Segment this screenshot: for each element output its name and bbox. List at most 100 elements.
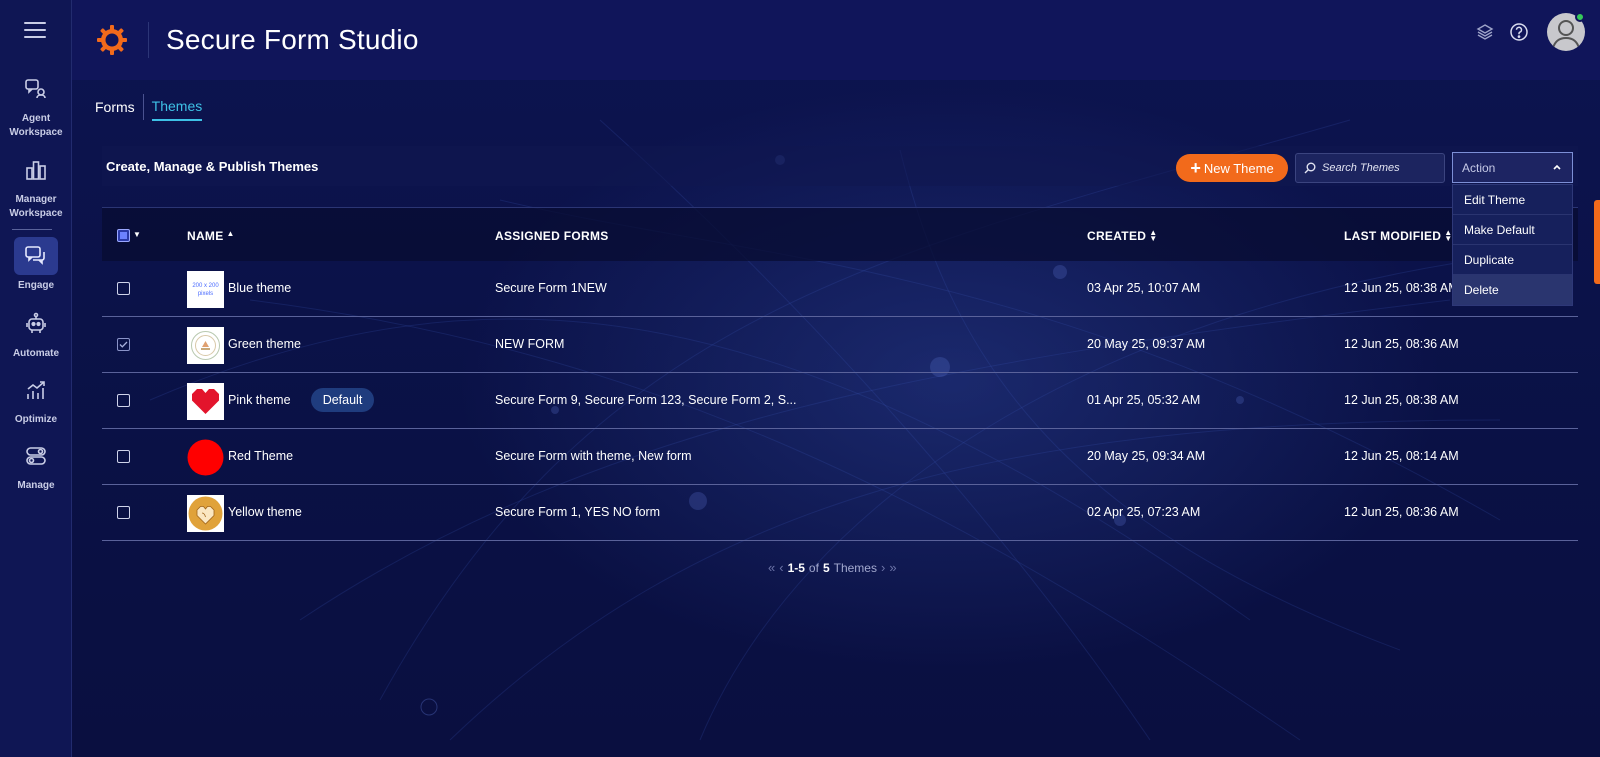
sidebar-item-manage[interactable]: Manage (0, 437, 72, 493)
menu-item-make-default[interactable]: Make Default (1453, 215, 1572, 245)
theme-thumbnail (187, 495, 224, 532)
theme-name: Blue theme (228, 281, 292, 295)
chevron-up-icon (1553, 164, 1561, 170)
chevron-down-icon[interactable]: ▼ (133, 230, 141, 239)
theme-thumbnail: 200 x 200 pixels (187, 271, 224, 308)
table-row[interactable]: Yellow theme Secure Form 1, YES NO form … (102, 485, 1578, 541)
theme-name: Yellow theme (228, 505, 302, 519)
sidebar: Agent Workspace Manager Workspace Engage (0, 0, 72, 757)
help-icon[interactable] (1509, 22, 1529, 42)
action-dropdown-label: Action (1462, 160, 1496, 175)
sidebar-item-label: Manage (17, 480, 55, 491)
theme-name: Pink theme (228, 393, 291, 407)
tab-forms[interactable]: Forms (95, 99, 135, 120)
modified-date: 12 Jun 25, 08:14 AM (1344, 449, 1459, 463)
sidebar-item-engage[interactable]: Engage (0, 237, 72, 293)
sidebar-item-optimize[interactable]: Optimize (0, 371, 72, 427)
theme-name: Green theme (228, 337, 301, 351)
theme-name: Red Theme (228, 449, 294, 463)
header-divider (148, 22, 149, 58)
row-checkbox[interactable] (117, 450, 130, 463)
action-menu: Edit Theme Make Default Duplicate Delete (1452, 184, 1573, 306)
created-date: 20 May 25, 09:34 AM (1087, 449, 1206, 463)
row-checkbox[interactable] (117, 338, 130, 351)
menu-item-delete[interactable]: Delete (1453, 275, 1572, 305)
page-title: Create, Manage & Publish Themes (106, 159, 319, 174)
app-title: Secure Form Studio (166, 24, 419, 55)
golden-heart-icon (188, 496, 223, 531)
modified-date: 12 Jun 25, 08:36 AM (1344, 505, 1459, 519)
select-all-checkbox[interactable] (117, 229, 130, 242)
sort-icon: ▲ ▼ (1149, 228, 1158, 243)
bar-chart-icon (14, 151, 58, 189)
column-header-name[interactable]: NAME ▲ (187, 228, 235, 244)
modified-date: 12 Jun 25, 08:38 AM (1344, 281, 1459, 295)
menu-item-edit-theme[interactable]: Edit Theme (1453, 185, 1572, 215)
search-box (1295, 153, 1445, 183)
heart-icon (192, 389, 219, 414)
sidebar-divider (12, 229, 52, 230)
assigned-forms: NEW FORM (495, 337, 565, 351)
row-checkbox[interactable] (117, 394, 130, 407)
modified-date: 12 Jun 25, 08:38 AM (1344, 393, 1459, 407)
sidebar-item-automate[interactable]: Automate (0, 305, 72, 361)
modified-date: 12 Jun 25, 08:36 AM (1344, 337, 1459, 351)
sidebar-item-agent-workspace[interactable]: Agent Workspace (0, 70, 72, 140)
row-checkbox[interactable] (117, 506, 130, 519)
search-input[interactable] (1322, 162, 1442, 174)
theme-thumbnail (187, 439, 224, 476)
assigned-forms: Secure Form 1, YES NO form (495, 505, 661, 519)
layers-icon[interactable] (1475, 22, 1495, 42)
table-row[interactable]: 200 x 200 pixels Blue theme Secure Form … (102, 261, 1578, 317)
assigned-forms: Secure Form 9, Secure Form 123, Secure F… (495, 393, 797, 407)
side-panel-handle[interactable] (1594, 200, 1600, 284)
page-range: 1-5 (787, 560, 805, 575)
column-header-label: LAST MODIFIED (1344, 229, 1442, 243)
emblem-icon (191, 331, 220, 360)
table-row[interactable]: Green theme NEW FORM 20 May 25, 09:37 AM… (102, 317, 1578, 373)
sort-asc-icon: ▲ (226, 228, 235, 238)
column-header-label: NAME (187, 229, 224, 243)
previous-page-icon[interactable]: ‹ (779, 560, 783, 575)
sidebar-item-manager-workspace[interactable]: Manager Workspace (0, 151, 72, 221)
toggles-icon (14, 437, 58, 475)
created-date: 20 May 25, 09:37 AM (1087, 337, 1206, 351)
page-tabs: Forms Themes (95, 94, 203, 122)
column-header-created[interactable]: CREATED ▲ ▼ (1087, 228, 1158, 244)
plus-icon: + (1190, 158, 1201, 178)
sidebar-item-label: Automate (12, 348, 60, 359)
pagination-of: of (808, 560, 819, 575)
app-header: Secure Form Studio (72, 0, 1600, 80)
default-badge: Default (311, 388, 374, 412)
red-circle-icon (187, 439, 224, 476)
first-page-icon[interactable]: « (768, 560, 775, 575)
tab-divider (142, 94, 144, 120)
agent-workspace-icon (14, 70, 58, 108)
next-page-icon[interactable]: › (881, 560, 885, 575)
sidebar-item-label: Engage (17, 280, 55, 291)
last-page-icon[interactable]: » (889, 560, 896, 575)
search-icon (1304, 162, 1316, 174)
new-theme-button[interactable]: + New Theme (1176, 154, 1288, 182)
pagination: « ‹ 1-5 of 5 Themes › » (768, 560, 897, 575)
menu-item-duplicate[interactable]: Duplicate (1453, 245, 1572, 275)
tab-themes[interactable]: Themes (151, 98, 203, 121)
hamburger-menu-icon[interactable] (24, 22, 46, 40)
column-header-last-modified[interactable]: LAST MODIFIED ▲ ▼ (1344, 229, 1452, 244)
total-count: 5 (822, 560, 830, 575)
row-checkbox[interactable] (117, 282, 130, 295)
column-header-assigned-forms: ASSIGNED FORMS (495, 229, 609, 243)
column-header-label: CREATED (1087, 229, 1147, 243)
action-dropdown[interactable]: Action (1452, 152, 1573, 183)
themes-toolbar: Create, Manage & Publish Themes + New Th… (102, 146, 1578, 186)
pagination-unit: Themes (833, 560, 877, 575)
table-row[interactable]: Pink theme Default Secure Form 9, Secure… (102, 373, 1578, 429)
online-status-badge (1575, 12, 1585, 22)
theme-thumbnail (187, 383, 224, 420)
app-logo-icon (96, 24, 128, 56)
table-row[interactable]: Red Theme Secure Form with theme, New fo… (102, 429, 1578, 485)
created-date: 02 Apr 25, 07:23 AM (1087, 505, 1201, 519)
thumbnail-placeholder-text: 200 x 200 pixels (192, 282, 219, 297)
column-header-label: ASSIGNED FORMS (495, 229, 609, 243)
created-date: 03 Apr 25, 10:07 AM (1087, 281, 1201, 295)
